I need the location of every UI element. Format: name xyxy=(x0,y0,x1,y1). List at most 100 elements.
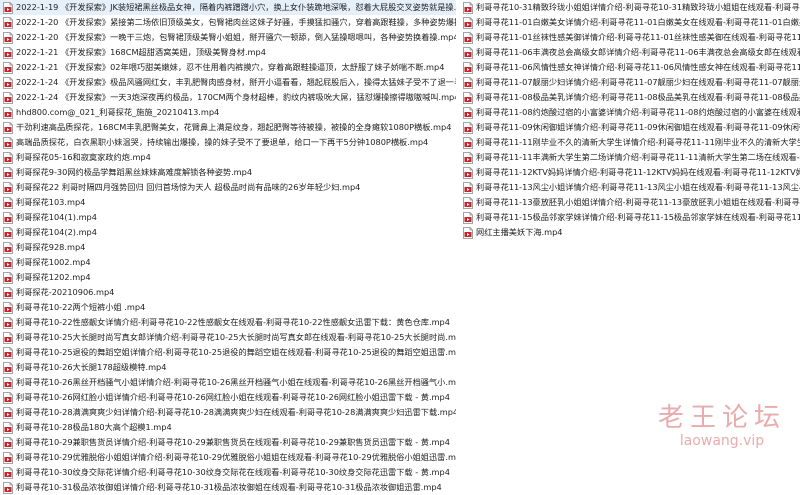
video-file-icon xyxy=(2,451,14,464)
file-item[interactable]: 利哥寻花10-29兼职售货员详情介绍-利哥寻花10-29兼职售货员在线观看-利哥… xyxy=(0,435,456,450)
file-name: 网红主播美妖下海.mp4 xyxy=(476,227,563,237)
file-item[interactable]: 利哥寻花11-07靓丽少妇详情介绍-利哥寻花11-07靓丽少妇在线观看-利哥寻花… xyxy=(460,75,800,90)
file-item[interactable]: 利哥寻花10-25退役的舞蹈空姐详情介绍-利哥寻花10-25退役的舞蹈空姐在线观… xyxy=(0,345,456,360)
video-file-icon xyxy=(2,196,14,209)
file-name: 利哥寻花10-25大长腿时尚写真女郎详情介绍-利哥寻花10-25大长腿时尚写真女… xyxy=(16,332,456,342)
file-item[interactable]: 利哥寻花11-06风情性感女神详情介绍-利哥寻花11-06风情性感女神在线观看-… xyxy=(460,60,800,75)
file-name: 利哥探花22 利哥时隔四月强势回归 回归首场惊为天人 超极品时尚有品味的26岁年… xyxy=(16,182,361,192)
file-item[interactable]: 利哥寻花11-01丝袜性感美御详情介绍-利哥寻花11-01丝袜性感美御在线观看-… xyxy=(460,30,800,45)
file-name: 利哥寻花11-13豪放胚乳小姐姐详情介绍-利哥寻花11-13豪放胚乳小姐姐在线观… xyxy=(476,197,800,207)
file-item[interactable]: 利哥寻花10-26网红脸小姐详情介绍-利哥寻花10-26网红脸小姐在线观看-利哥… xyxy=(0,390,456,405)
video-file-icon xyxy=(2,376,14,389)
video-file-icon xyxy=(462,211,474,224)
file-name: 利哥寻花11-01丝袜性感美御详情介绍-利哥寻花11-01丝袜性感美御在线观看-… xyxy=(476,32,800,42)
video-file-icon xyxy=(2,76,14,89)
file-item[interactable]: 利哥寻花11-01白嫩美女详情介绍-利哥寻花11-01白嫩美女在线观看-利哥寻花… xyxy=(460,15,800,30)
file-name: 利哥寻花11-11丰满新大学生第二场详情介绍-利哥寻花11-11清新大学生第二场… xyxy=(476,152,800,162)
video-file-icon xyxy=(2,256,14,269)
file-item[interactable]: 利哥寻花10-25大长腿时尚写真女郎详情介绍-利哥寻花10-25大长腿时尚写真女… xyxy=(0,330,456,345)
file-item[interactable]: 利哥寻花10-28满满爽爽少妇详情介绍-利哥寻花10-28满满爽爽少妇在线观看-… xyxy=(0,405,456,420)
file-name: 利哥寻花10-26网红脸小姐详情介绍-利哥寻花10-26网红脸小姐在线观看-利哥… xyxy=(16,392,450,402)
file-item[interactable]: 利哥寻花11-08约炮酸过宿的小富婆详情介绍-利哥寻花11-08约炮酸过宿的小富… xyxy=(460,105,800,120)
file-item[interactable]: 利哥寻花10-29优雅脱俗小姐姐详情介绍-利哥寻花10-29优雅脱俗小姐姐在线观… xyxy=(0,450,456,465)
video-file-icon xyxy=(2,211,14,224)
file-name: 2022-1-20 《开发探索》紧接第二场依旧顶级美女，包臀裙肉丝这妹子好骚，手… xyxy=(16,17,456,27)
video-file-icon xyxy=(462,46,474,59)
file-item[interactable]: 利哥探花104(2).mp4 xyxy=(0,225,456,240)
file-item[interactable]: 2022-1-20 《开发探索》一晚干三炮，包臀裙顶级美臀小姐姐，掰开骚穴一顿舔… xyxy=(0,30,456,45)
file-name: 利哥寻花10-22两个短裤小姐 .mp4 xyxy=(16,302,146,312)
file-item[interactable]: 利哥寻花11-09休闲御姐详情介绍-利哥寻花11-09休闲御姐在线观看-利哥寻花… xyxy=(460,120,800,135)
file-item[interactable]: 利哥探花22 利哥时隔四月强势回归 回归首场惊为天人 超极品时尚有品味的26岁年… xyxy=(0,180,456,195)
file-name: 利哥探花1002.mp4 xyxy=(16,257,91,267)
file-item[interactable]: 利哥寻花10-30纹身交际花详情介绍-利哥寻花10-30纹身交际花在线观看-利哥… xyxy=(0,465,456,480)
file-item[interactable]: 利哥探花1202.mp4 xyxy=(0,270,456,285)
file-item[interactable]: 利哥探花9-30网约极品学舞蹈黑丝妹妹高难度解锁各种姿势.mp4 xyxy=(0,165,456,180)
file-item[interactable]: 高端品质探花，白衣黑职小妹温哭，持续输出爆操，操的妹子受不了要退单，给口一下再干… xyxy=(0,135,456,150)
file-item[interactable]: 干劲利速高品质探花，168CM丰乳肥臀美女，花臂鼻上满是纹身，翘起肥臀等待被操，… xyxy=(0,120,456,135)
file-name: 利哥寻花11-15极品邻家学妹详情介绍-利哥寻花11-15极品邻家学妹在线观看-… xyxy=(476,212,800,222)
video-file-icon xyxy=(2,106,14,119)
file-item[interactable]: 2022-1-21 《开发探索》168CM超甜酒窝美妞，顶级美臀身材.mp4 xyxy=(0,45,456,60)
file-item[interactable]: 利哥寻花10-22性感靓女详情介绍-利哥寻花10-22性感靓女在线观看-利哥寻花… xyxy=(0,315,456,330)
file-item[interactable]: 利哥寻花11-06丰满夜总会高级女郎详情介绍-利哥寻花11-06丰满夜总会高级女… xyxy=(460,45,800,60)
video-file-icon xyxy=(462,166,474,179)
file-item[interactable]: 利哥探花05-16和寂寞家政约炮.mp4 xyxy=(0,150,456,165)
video-file-icon xyxy=(462,196,474,209)
file-name: 利哥寻花11-11刚毕业不久的清新大学生详情介绍-利哥寻花11-11刚毕业不久的… xyxy=(476,137,800,147)
file-name: 利哥探花104(2).mp4 xyxy=(16,227,97,237)
file-name: 2022-1-21 《开发探索》168CM超甜酒窝美妞，顶级美臀身材.mp4 xyxy=(16,47,266,57)
file-item[interactable]: 2022-1-24 《开发探索》一天3炮深夜再约极品，170CM两个身材超棒，豹… xyxy=(0,90,456,105)
video-file-icon xyxy=(462,1,474,14)
video-file-icon xyxy=(2,436,14,449)
file-item[interactable]: 利哥寻花10-26黑丝开档骚气小姐详情介绍-利哥寻花10-26黑丝开档骚气小姐在… xyxy=(0,375,456,390)
watermark-url: laowang.vip xyxy=(679,433,765,449)
video-file-icon xyxy=(2,466,14,479)
file-item[interactable]: 网红主播美妖下海.mp4 xyxy=(460,225,800,240)
file-item[interactable]: 利哥探花1002.mp4 xyxy=(0,255,456,270)
file-list-left: 2022-1-19 《开发探索》JK装短裙黑丝极品女神，隔着内裤蹭蹭小穴，换上女… xyxy=(0,0,456,495)
file-item[interactable]: 利哥寻花11-11丰满新大学生第二场详情介绍-利哥寻花11-11清新大学生第二场… xyxy=(460,150,800,165)
video-file-icon xyxy=(462,181,474,194)
file-name: 2022-1-21 《开发探索》02年喂巧甜美嫩妹，忍不住用着内裤摸穴，穿着高跟… xyxy=(16,62,445,72)
watermark-title: 老王论坛 xyxy=(657,403,786,433)
video-file-icon xyxy=(2,46,14,59)
file-name: 利哥寻花11-09休闲御姐详情介绍-利哥寻花11-09休闲御姐在线观看-利哥寻花… xyxy=(476,122,800,132)
file-name: 利哥寻花11-07靓丽少妇详情介绍-利哥寻花11-07靓丽少妇在线观看-利哥寻花… xyxy=(476,77,800,87)
video-file-icon xyxy=(2,391,14,404)
file-item[interactable]: 利哥寻花11-13风尘小姐详情介绍-利哥寻花11-13风尘小姐在线观看-利哥寻花… xyxy=(460,180,800,195)
file-item[interactable]: 利哥探花928.mp4 xyxy=(0,240,456,255)
video-file-icon xyxy=(2,241,14,254)
file-item[interactable]: 利哥寻花11-11刚毕业不久的清新大学生详情介绍-利哥寻花11-11刚毕业不久的… xyxy=(460,135,800,150)
file-item[interactable]: 利哥寻花10-22两个短裤小姐 .mp4 xyxy=(0,300,456,315)
file-item[interactable]: 利哥探花104(1).mp4 xyxy=(0,210,456,225)
file-name: 利哥探花104(1).mp4 xyxy=(16,212,97,222)
file-item[interactable]: 利哥寻花10-26大长腿178超级模特.mp4 xyxy=(0,360,456,375)
file-item[interactable]: 利哥寻花10-31极品浓妆御姐详情介绍-利哥寻花10-31极品浓妆御姐在线观看-… xyxy=(0,480,456,495)
file-item[interactable]: 利哥寻花10-28极品180大高个超模1.mp4 xyxy=(0,420,456,435)
file-item[interactable]: 2022-1-20 《开发探索》紧接第二场依旧顶级美女，包臀裙肉丝这妹子好骚，手… xyxy=(0,15,456,30)
file-item[interactable]: 利哥寻花11-13豪放胚乳小姐姐详情介绍-利哥寻花11-13豪放胚乳小姐姐在线观… xyxy=(460,195,800,210)
video-file-icon xyxy=(462,76,474,89)
file-item[interactable]: 利哥寻花11-12KTV妈妈详情介绍-利哥寻花11-12KTV妈妈在线观看-利哥… xyxy=(460,165,800,180)
file-item[interactable]: 2022-1-21 《开发探索》02年喂巧甜美嫩妹，忍不住用着内裤摸穴，穿着高跟… xyxy=(0,60,456,75)
video-file-icon xyxy=(2,316,14,329)
video-file-icon xyxy=(2,421,14,434)
file-item[interactable]: 2022-1-19 《开发探索》JK装短裙黑丝极品女神，隔着内裤蹭蹭小穴，换上女… xyxy=(0,0,456,15)
file-name: 利哥寻花11-08极品美乳详情介绍-利哥寻花11-08极品美乳在线观看-利哥寻花… xyxy=(476,92,800,102)
video-file-icon xyxy=(2,271,14,284)
video-file-icon xyxy=(2,301,14,314)
video-file-icon xyxy=(2,226,14,239)
file-item[interactable]: 利哥探花-20210906.mp4 xyxy=(0,285,456,300)
file-item[interactable]: 利哥探花103.mp4 xyxy=(0,195,456,210)
file-item[interactable]: 2022-1-24 《开发探索》极品风骚网红女，丰乳肥臀肉感身材，掰开小逼看看，… xyxy=(0,75,456,90)
file-name: 利哥寻花10-22性感靓女详情介绍-利哥寻花10-22性感靓女在线观看-利哥寻花… xyxy=(16,317,450,327)
video-file-icon xyxy=(462,151,474,164)
file-item[interactable]: 利哥寻花11-08极品美乳详情介绍-利哥寻花11-08极品美乳在线观看-利哥寻花… xyxy=(460,90,800,105)
file-item[interactable]: 利哥寻花10-31精致玲珑小姐姐详情介绍-利哥寻花10-31精致玲珑小姐姐在线观… xyxy=(460,0,800,15)
file-name: 利哥探花05-16和寂寞家政约炮.mp4 xyxy=(16,152,151,162)
video-file-icon xyxy=(2,181,14,194)
file-item[interactable]: 利哥寻花11-15极品邻家学妹详情介绍-利哥寻花11-15极品邻家学妹在线观看-… xyxy=(460,210,800,225)
video-file-icon xyxy=(2,31,14,44)
file-item[interactable]: hhd800.com@_021_利哥探花_施施_20210413.mp4 xyxy=(0,105,456,120)
